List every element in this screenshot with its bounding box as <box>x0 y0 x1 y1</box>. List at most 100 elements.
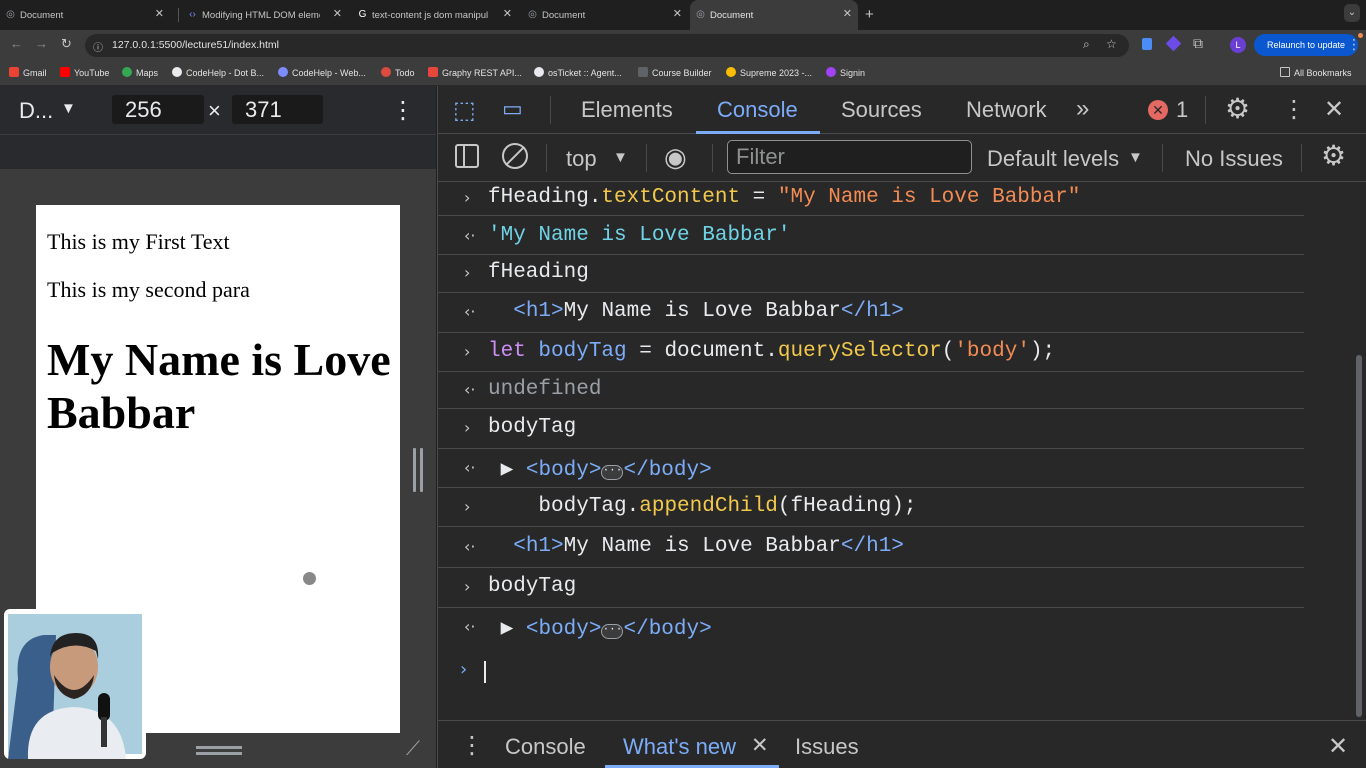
console-settings-icon[interactable]: ⚙ <box>1321 139 1346 172</box>
drawer-menu-icon[interactable]: ⋮ <box>460 731 484 760</box>
close-icon[interactable]: ✕ <box>503 8 512 20</box>
close-devtools-icon[interactable]: ✕ <box>1324 95 1344 124</box>
close-icon[interactable]: ✕ <box>843 8 852 20</box>
browser-tab-2[interactable]: ‹› Modifying HTML DOM eleme ✕ <box>182 0 348 30</box>
close-tab-icon[interactable]: ✕ <box>751 733 769 758</box>
log-levels-select[interactable]: Default levels <box>987 146 1119 172</box>
caret-down-icon[interactable]: ▼ <box>61 100 76 117</box>
sidebar-toggle-icon[interactable] <box>455 144 479 168</box>
console-input-row[interactable]: › bodyTag.appendChild(fHeading); <box>438 488 1304 527</box>
settings-gear-icon[interactable]: ⚙ <box>1225 92 1250 125</box>
zoom-icon[interactable]: ⌕ <box>1083 37 1090 52</box>
resize-handle[interactable] <box>420 448 423 492</box>
bookmark-maps[interactable]: Maps <box>122 67 158 78</box>
error-count[interactable]: 1 <box>1176 97 1188 123</box>
console-output-row[interactable]: ‹· <h1>My Name is Love Babbar</h1> <box>438 527 1304 568</box>
back-icon[interactable]: ← <box>10 36 23 51</box>
bookmark-gmail[interactable]: Gmail <box>9 67 47 78</box>
site-info-icon[interactable]: ⓘ <box>93 39 103 54</box>
bookmark-signin[interactable]: Signin <box>826 67 865 78</box>
console-output-row[interactable]: ‹· ▶ <body>···</body> <box>438 449 1304 488</box>
presenter-video <box>8 614 142 759</box>
close-icon[interactable]: ✕ <box>155 8 164 20</box>
forward-icon[interactable]: → <box>35 36 48 51</box>
console-input-row[interactable]: › let bodyTag = document.querySelector('b… <box>438 333 1304 372</box>
tab-search-icon[interactable]: ⌄ <box>1344 4 1360 22</box>
kebab-menu-icon[interactable]: ⋮ <box>391 96 415 125</box>
webcam-overlay <box>4 609 146 759</box>
close-icon[interactable]: ✕ <box>333 8 342 20</box>
console-input-caret[interactable] <box>484 661 486 683</box>
corner-resize-icon[interactable]: ⟋ <box>406 738 420 761</box>
console-output-row[interactable]: ‹· undefined <box>438 372 1304 409</box>
device-width-input[interactable]: 256 <box>112 95 204 124</box>
browser-tab-1[interactable]: ◎ Document ✕ <box>0 0 170 30</box>
console-input-row[interactable]: › fHeading.textContent = "My Name is Love… <box>438 182 1304 216</box>
console-input-row[interactable]: › bodyTag <box>438 568 1304 608</box>
issues-button[interactable]: No Issues <box>1185 146 1283 172</box>
devtools-menu-icon[interactable]: ⋮ <box>1282 95 1306 124</box>
expand-ellipsis[interactable]: ··· <box>601 464 624 480</box>
extension-icon[interactable] <box>1142 38 1152 50</box>
inspect-element-icon[interactable]: ⬚ <box>453 96 476 125</box>
tab-network[interactable]: Network <box>966 97 1047 123</box>
drawer-tab-console[interactable]: Console <box>505 734 586 760</box>
console-code: <h1>My Name is Love Babbar</h1> <box>488 300 904 323</box>
context-select[interactable]: top <box>566 146 597 172</box>
code-token: <h1> <box>513 534 564 558</box>
profile-avatar[interactable]: L <box>1230 37 1246 53</box>
new-tab-icon[interactable]: + <box>865 6 874 23</box>
bottom-resize-handle[interactable] <box>196 752 242 755</box>
times-icon: × <box>208 98 221 123</box>
prompt-chevron-icon: › <box>460 659 468 680</box>
browser-tab-5-active[interactable]: ◎ Document ✕ <box>690 0 858 30</box>
caret-down-icon[interactable]: ▼ <box>1128 149 1143 166</box>
browser-tab-3[interactable]: G text-content js dom manipul ✕ <box>352 0 518 30</box>
tab-sources[interactable]: Sources <box>841 97 922 123</box>
code-token: <body> <box>525 458 602 482</box>
bookmark-codehelp-dot[interactable]: CodeHelp - Dot B... <box>172 67 264 78</box>
tab-elements[interactable]: Elements <box>581 97 673 123</box>
address-bar[interactable]: ⓘ 127.0.0.1:5500/lecture51/index.html ⌕ … <box>85 34 1129 57</box>
expand-ellipsis[interactable]: ··· <box>601 624 624 639</box>
device-select[interactable]: D... <box>19 98 53 124</box>
console-input-row[interactable]: › fHeading <box>438 255 1304 293</box>
globe-icon: ◎ <box>696 9 705 20</box>
drawer-tab-whats-new[interactable]: What's new <box>623 734 736 760</box>
live-expression-eye-icon[interactable]: ◉ <box>664 142 687 173</box>
filter-input[interactable]: Filter <box>727 140 972 174</box>
bookmark-todo[interactable]: Todo <box>381 67 415 78</box>
menu-kebab-icon[interactable]: ⋮ <box>1347 36 1361 53</box>
bookmark-course-builder[interactable]: Course Builder <box>638 67 712 78</box>
clear-console-icon[interactable] <box>502 143 528 169</box>
resize-handle[interactable] <box>413 448 416 492</box>
extension-icon[interactable] <box>1165 35 1182 52</box>
bookmark-graphy[interactable]: Graphy REST API... <box>428 67 522 78</box>
browser-tab-4[interactable]: ◎ Document ✕ <box>522 0 688 30</box>
close-icon[interactable]: ✕ <box>673 8 682 20</box>
bookmark-osticket[interactable]: osTicket :: Agent... <box>534 67 622 78</box>
caret-down-icon[interactable]: ▼ <box>613 149 628 166</box>
all-bookmarks[interactable]: All Bookmarks <box>1280 67 1352 78</box>
tab-console[interactable]: Console <box>717 97 798 123</box>
close-drawer-icon[interactable]: ✕ <box>1328 732 1348 761</box>
console-input-row[interactable]: › bodyTag <box>438 409 1304 449</box>
bookmark-supreme[interactable]: Supreme 2023 -... <box>726 67 812 78</box>
more-tabs-icon[interactable]: » <box>1076 95 1089 123</box>
bookmark-codehelp-web[interactable]: CodeHelp - Web... <box>278 67 366 78</box>
console-output-row[interactable]: ‹· ▶ <body>···</body> <box>438 608 1304 648</box>
drawer-tab-issues[interactable]: Issues <box>795 734 859 760</box>
puzzle-icon[interactable]: ⧉ <box>1193 35 1203 52</box>
reload-icon[interactable]: ↻ <box>61 36 72 52</box>
console-output-row[interactable]: ‹· <h1>My Name is Love Babbar</h1> <box>438 293 1304 333</box>
relaunch-button[interactable]: Relaunch to update <box>1254 34 1358 56</box>
bottom-resize-handle[interactable] <box>196 746 242 749</box>
device-toggle-icon[interactable]: ▭ <box>502 96 523 122</box>
bookmark-star-icon[interactable]: ☆ <box>1106 37 1117 51</box>
error-icon[interactable]: ✕ <box>1148 100 1168 120</box>
console-scrollbar[interactable] <box>1356 355 1362 717</box>
bookmark-youtube[interactable]: YouTube <box>60 67 109 78</box>
device-height-input[interactable]: 371 <box>232 95 323 124</box>
console-output-row[interactable]: ‹· 'My Name is Love Babbar' <box>438 219 1304 255</box>
device-ruler <box>0 134 436 170</box>
